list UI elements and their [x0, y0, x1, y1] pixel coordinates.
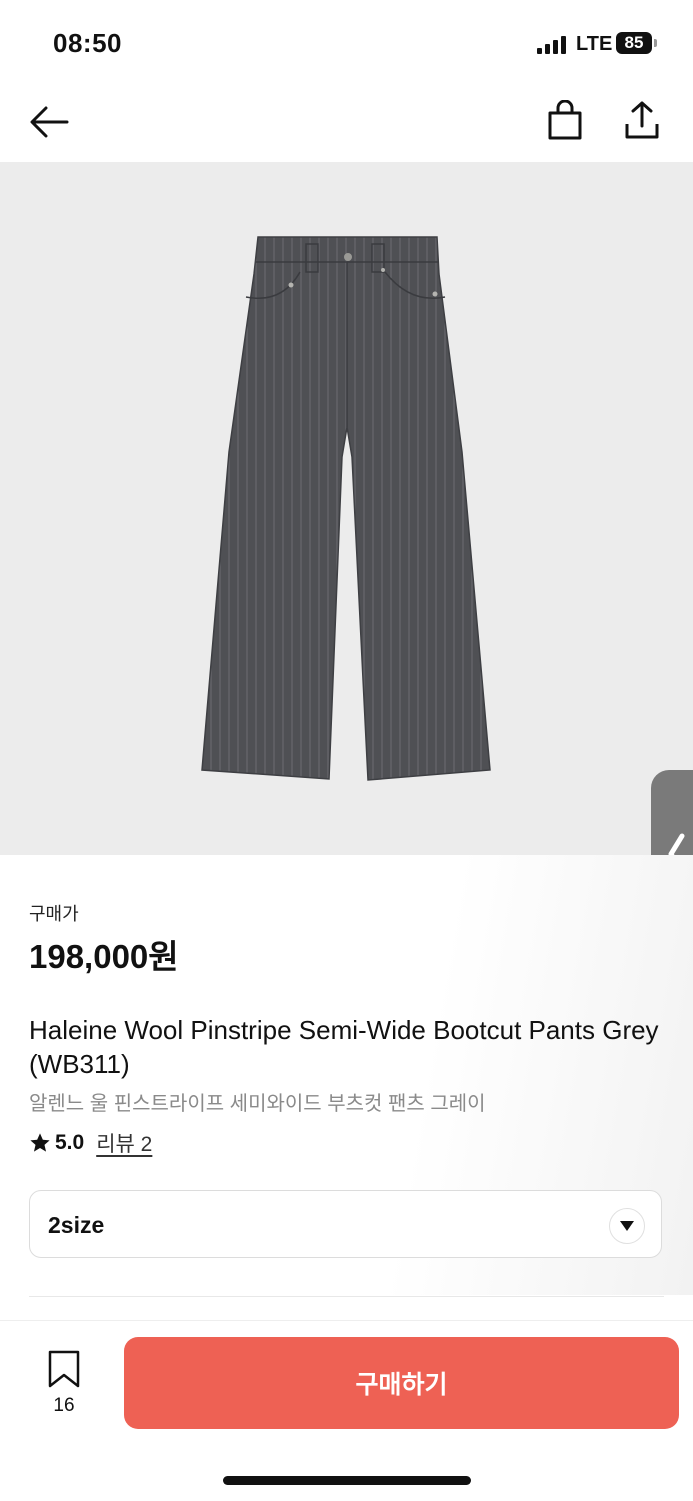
shopping-bag-icon[interactable] — [541, 96, 589, 144]
bookmark-icon — [48, 1350, 80, 1388]
price-label: 구매가 — [29, 904, 79, 924]
size-select[interactable]: 2size — [29, 1190, 662, 1258]
price: 198,000원 — [29, 938, 179, 975]
status-time: 08:50 — [53, 28, 122, 58]
share-icon[interactable] — [618, 96, 666, 144]
divider — [29, 1296, 664, 1297]
buy-button[interactable]: 구매하기 — [124, 1337, 679, 1429]
rating-row: 5.0 리뷰 2 — [29, 1129, 152, 1157]
bookmark-button[interactable]: 16 — [40, 1350, 88, 1417]
product-title-en: Haleine Wool Pinstripe Semi-Wide Bootcut… — [29, 1015, 659, 1079]
home-indicator — [223, 1476, 471, 1485]
rating-score: 5.0 — [55, 1131, 85, 1154]
star-icon — [30, 1133, 50, 1152]
back-arrow-icon[interactable] — [25, 98, 73, 146]
review-link[interactable]: 리뷰 2 — [96, 1128, 152, 1158]
product-image[interactable] — [0, 162, 693, 855]
status-bar: 08:50 LTE 85 — [0, 0, 693, 90]
battery-tip — [654, 39, 657, 47]
side-panel-handle[interactable] — [651, 770, 693, 855]
pants-image — [201, 236, 491, 781]
network-label: LTE — [576, 33, 613, 55]
bookmark-count: 16 — [53, 1395, 75, 1416]
product-title-ko: 알렌느 울 핀스트라이프 세미와이드 부츠컷 팬츠 그레이 — [29, 1093, 486, 1115]
dropdown-arrow-icon — [609, 1208, 645, 1244]
battery-icon: 85 — [616, 32, 652, 54]
nav-bar — [0, 90, 693, 160]
size-select-value: 2size — [48, 1212, 105, 1238]
chevron-left-icon — [668, 833, 685, 855]
signal-icon — [537, 34, 569, 54]
